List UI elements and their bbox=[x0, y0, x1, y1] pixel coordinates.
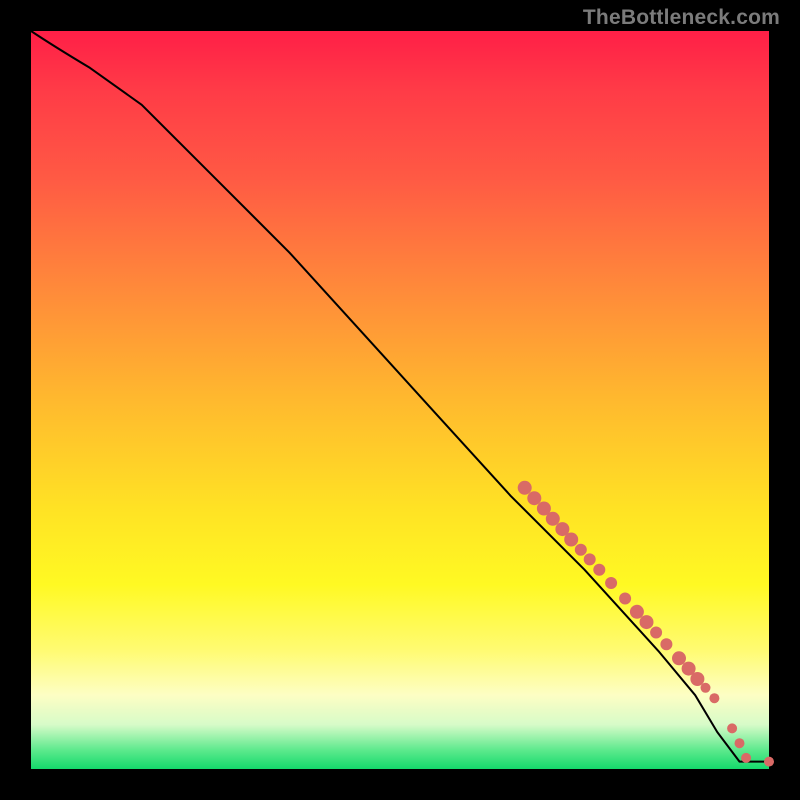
scatter-point bbox=[564, 533, 578, 547]
scatter-point bbox=[575, 544, 587, 556]
scatter-point bbox=[650, 627, 662, 639]
main-curve bbox=[31, 31, 769, 762]
scatter-point bbox=[735, 738, 745, 748]
scatter-point bbox=[527, 491, 541, 505]
scatter-point bbox=[727, 723, 737, 733]
scatter-point bbox=[584, 553, 596, 565]
scatter-point bbox=[518, 481, 532, 495]
scatter-point bbox=[701, 683, 711, 693]
scatter-point bbox=[741, 753, 751, 763]
scatter-point bbox=[690, 672, 704, 686]
scatter-point bbox=[605, 577, 617, 589]
watermark-text: TheBottleneck.com bbox=[583, 6, 780, 30]
scatter-point bbox=[764, 757, 774, 767]
scatter-point bbox=[630, 605, 644, 619]
scatter-point bbox=[593, 564, 605, 576]
scatter-point bbox=[709, 693, 719, 703]
scatter-point bbox=[546, 512, 560, 526]
scatter-point bbox=[640, 615, 654, 629]
chart-overlay bbox=[31, 31, 769, 769]
scatter-point bbox=[619, 593, 631, 605]
scatter-cluster bbox=[518, 481, 774, 767]
scatter-point bbox=[672, 651, 686, 665]
chart-stage: TheBottleneck.com bbox=[0, 0, 800, 800]
scatter-point bbox=[660, 638, 672, 650]
